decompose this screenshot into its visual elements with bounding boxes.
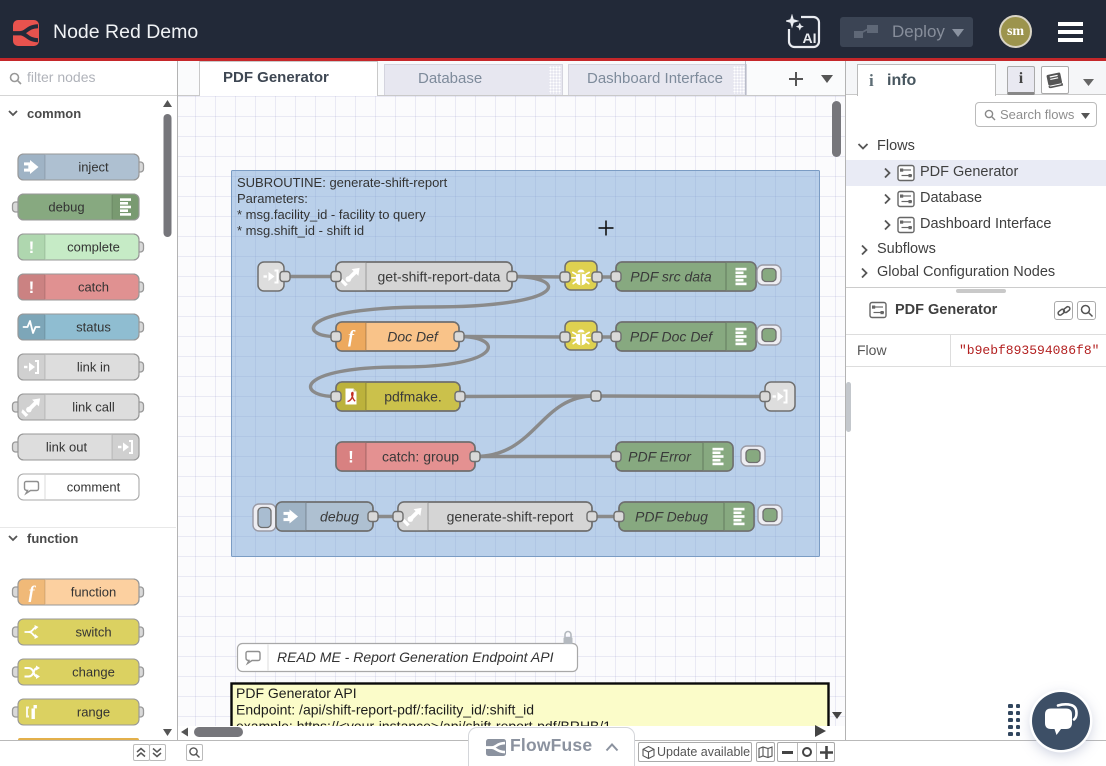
svg-text:generate-shift-report: generate-shift-report <box>447 509 574 525</box>
svg-text:function: function <box>71 585 117 600</box>
svg-text:complete: complete <box>67 240 120 255</box>
svg-text:inject: inject <box>78 160 109 175</box>
svg-text:link call: link call <box>72 400 115 415</box>
svg-text:PDF Generator API: PDF Generator API <box>236 685 357 701</box>
svg-text:function: function <box>27 531 78 546</box>
svg-text:Endpoint: /api/shift-report-pd: Endpoint: /api/shift-report-pdf/:facilit… <box>236 702 534 718</box>
svg-text:!: ! <box>29 238 35 257</box>
svg-text:PDF Error: PDF Error <box>628 449 692 465</box>
svg-text:* msg.facility_id - facility t: * msg.facility_id - facility to query <box>237 207 426 222</box>
svg-text:* msg.shift_id - shift id: * msg.shift_id - shift id <box>237 223 364 238</box>
svg-text:SUBROUTINE: generate-shift-rep: SUBROUTINE: generate-shift-report <box>237 175 448 190</box>
svg-text:Parameters:: Parameters: <box>237 191 308 206</box>
svg-text:change: change <box>72 665 115 680</box>
svg-text:PDF Debug: PDF Debug <box>635 509 708 525</box>
svg-text:debug: debug <box>48 200 84 215</box>
svg-text:switch: switch <box>75 625 111 640</box>
svg-text:range: range <box>77 705 110 720</box>
svg-text:Doc Def: Doc Def <box>387 329 440 345</box>
svg-text:PDF src data: PDF src data <box>630 269 712 285</box>
svg-text:!: ! <box>348 447 354 466</box>
svg-text:get-shift-report-data: get-shift-report-data <box>378 269 501 285</box>
svg-text:AI: AI <box>803 30 817 46</box>
svg-text:debug: debug <box>320 509 359 525</box>
svg-text:!: ! <box>29 278 35 297</box>
svg-text:READ ME - Report Generation En: READ ME - Report Generation Endpoint API <box>277 649 554 665</box>
svg-text:link out: link out <box>46 440 88 455</box>
svg-text:catch: catch <box>78 280 109 295</box>
svg-text:PDF Doc Def: PDF Doc Def <box>630 329 714 345</box>
svg-text:link in: link in <box>77 360 110 375</box>
svg-text:common: common <box>27 106 81 121</box>
svg-text:catch: group: catch: group <box>382 449 459 465</box>
svg-text:status: status <box>76 320 111 335</box>
svg-text:comment: comment <box>67 480 121 495</box>
svg-text:pdfmake.: pdfmake. <box>384 389 442 405</box>
